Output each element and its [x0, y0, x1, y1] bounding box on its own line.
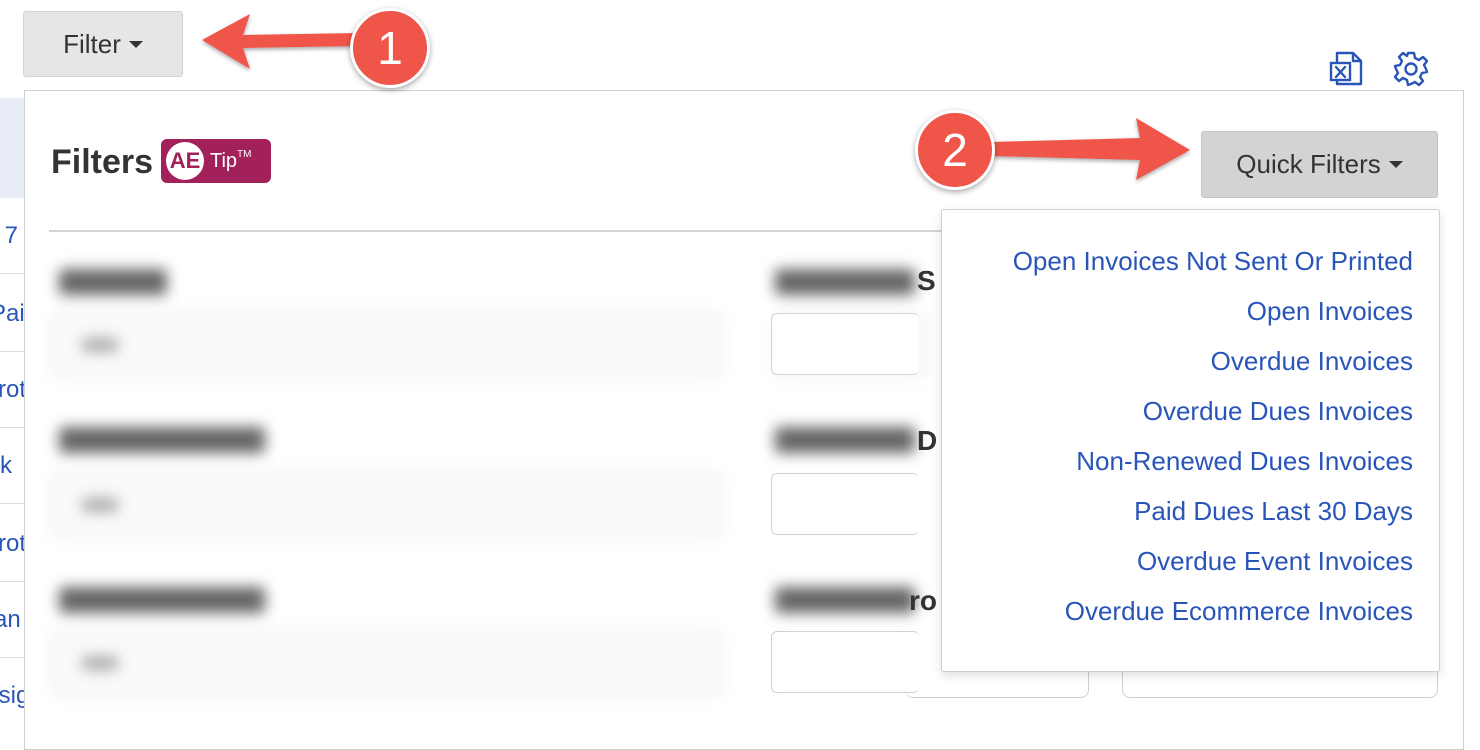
list-item[interactable]: Pai	[0, 276, 26, 352]
quick-filters-button[interactable]: Quick Filters	[1201, 131, 1438, 198]
menu-item-open-invoices[interactable]: Open Invoices	[942, 290, 1413, 340]
list-item[interactable]: Pan	[0, 582, 26, 658]
field-label: D	[917, 425, 938, 456]
field-label: S	[917, 265, 936, 296]
menu-item-overdue-ecommerce-invoices[interactable]: Overdue Ecommerce Invoices	[942, 590, 1413, 640]
field-label: ro	[909, 585, 937, 616]
list-item[interactable]: k	[0, 428, 26, 504]
excel-export-icon[interactable]	[1328, 50, 1366, 88]
list-item[interactable]: Prot	[0, 506, 26, 582]
text-field[interactable]	[905, 668, 1089, 698]
menu-item-non-renewed-dues-invoices[interactable]: Non-Renewed Dues Invoices	[942, 440, 1413, 490]
text-field[interactable]	[771, 313, 919, 375]
menu-item-overdue-invoices[interactable]: Overdue Invoices	[942, 340, 1413, 390]
list-item[interactable]: Desig	[0, 658, 26, 734]
menu-item-overdue-event-invoices[interactable]: Overdue Event Invoices	[942, 540, 1413, 590]
menu-item-paid-dues-last-30-days[interactable]: Paid Dues Last 30 Days	[942, 490, 1413, 540]
filter-button-label: Filter	[63, 28, 121, 59]
gear-icon[interactable]	[1392, 50, 1430, 88]
menu-item-overdue-dues-invoices[interactable]: Overdue Dues Invoices	[942, 390, 1413, 440]
text-field[interactable]	[771, 631, 919, 693]
toolbar-icons	[1328, 50, 1430, 88]
annotation-badge-1: 1	[350, 8, 430, 88]
highlighted-row	[0, 98, 26, 198]
background-list: & 7 Pai Prot k Prot Pan Desig	[0, 98, 26, 730]
filter-button[interactable]: Filter	[23, 11, 183, 77]
arrow-1-icon	[202, 14, 360, 69]
menu-item-open-invoices-not-sent[interactable]: Open Invoices Not Sent Or Printed	[942, 240, 1413, 290]
annotation-badge-2: 2	[915, 110, 995, 190]
text-field[interactable]	[1122, 668, 1438, 698]
text-field[interactable]	[771, 473, 919, 535]
caret-down-icon	[128, 40, 143, 48]
quick-filters-label: Quick Filters	[1236, 149, 1381, 179]
quick-filters-menu: Open Invoices Not Sent Or Printed Open I…	[941, 209, 1440, 672]
caret-down-icon	[1388, 161, 1403, 168]
list-item[interactable]: Prot	[0, 352, 26, 428]
list-item[interactable]: & 7	[0, 198, 26, 274]
